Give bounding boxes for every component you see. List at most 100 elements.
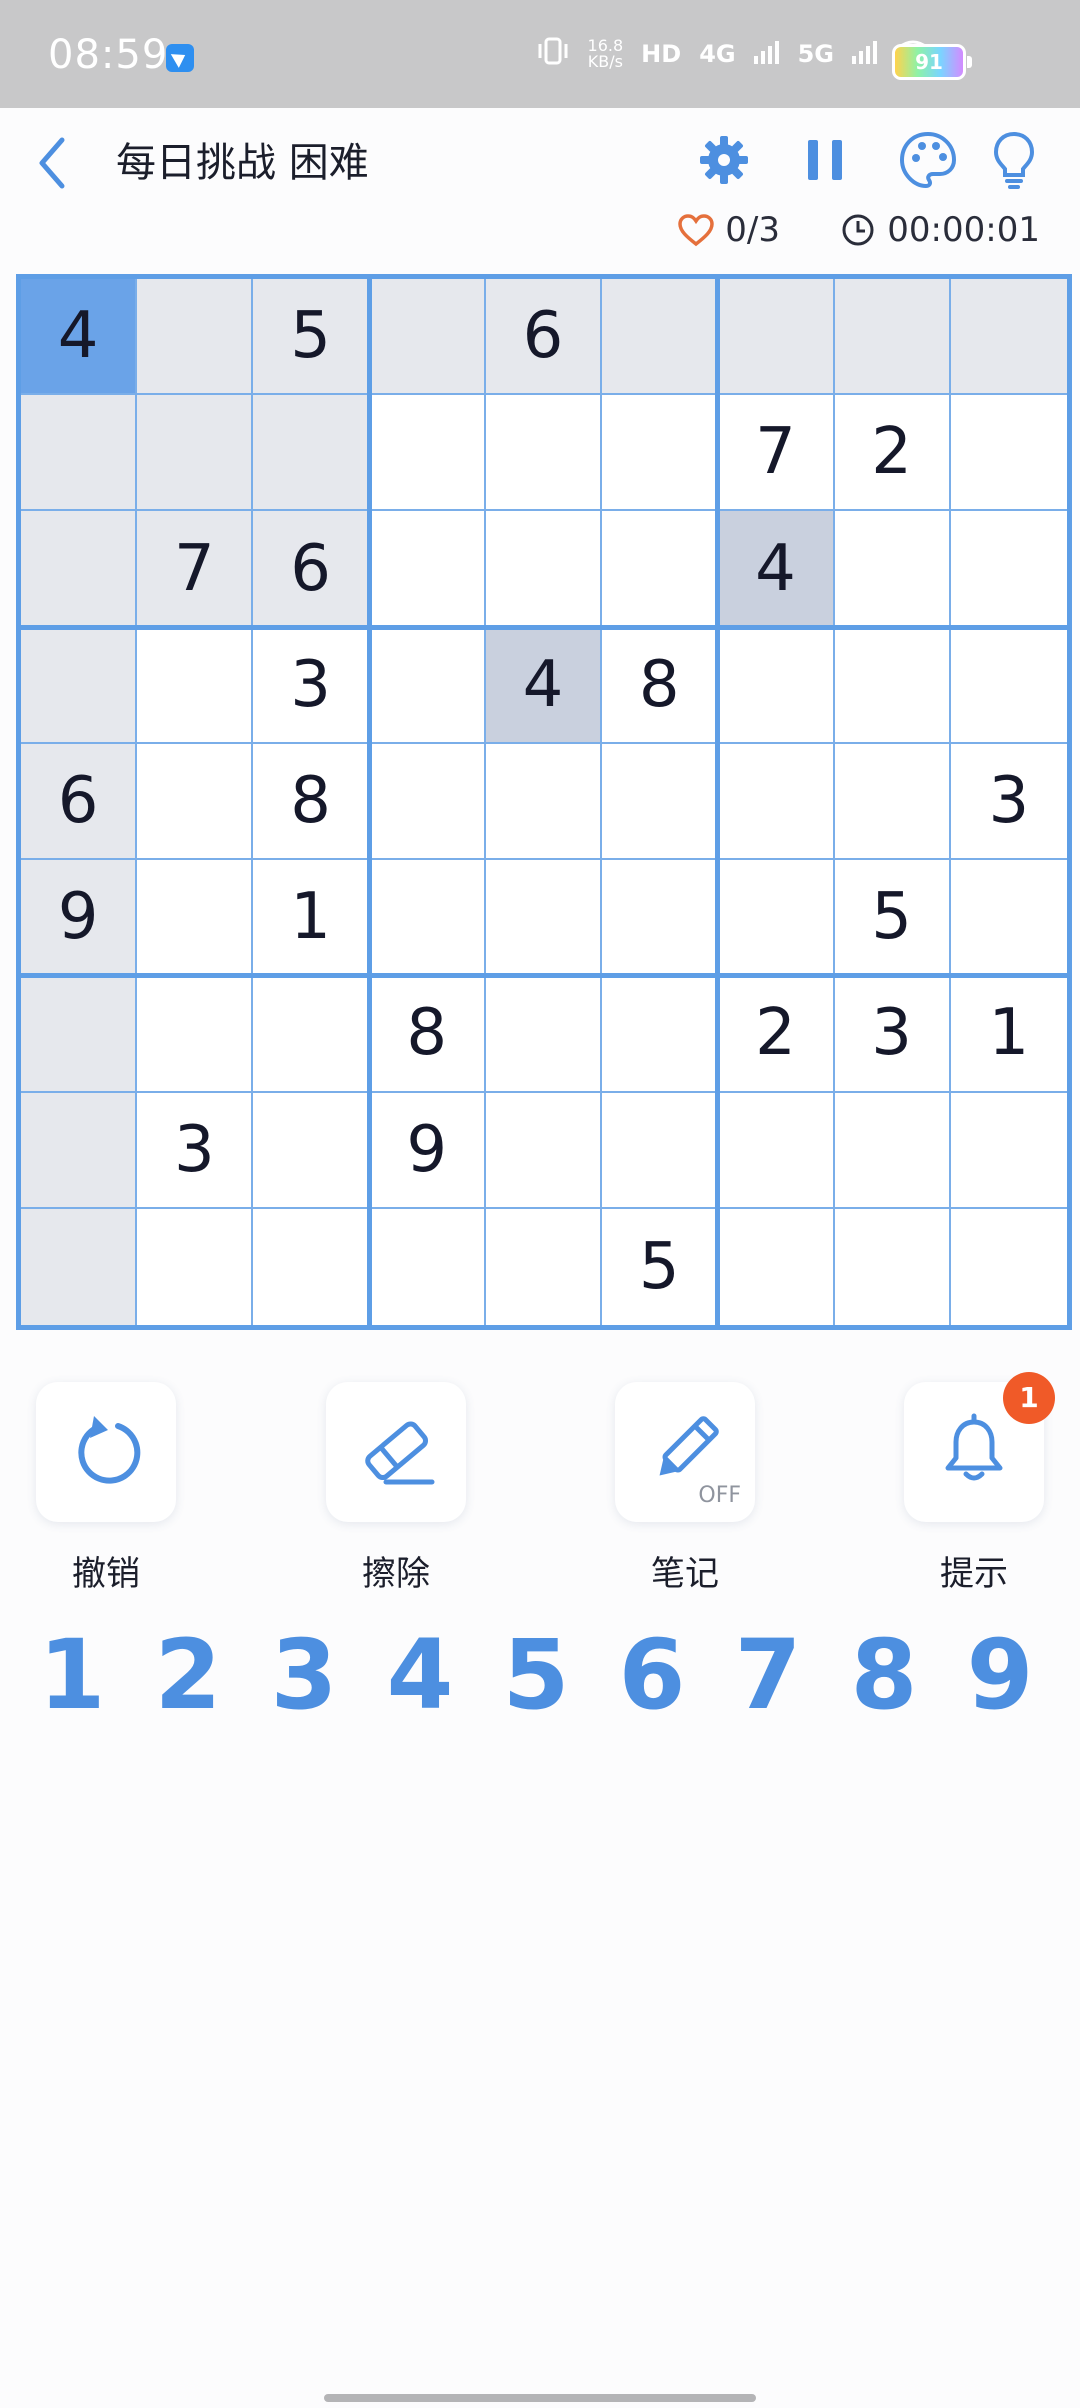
sudoku-cell[interactable] — [602, 511, 719, 628]
number-key-2[interactable]: 2 — [138, 1620, 238, 1730]
sudoku-cell[interactable] — [369, 627, 486, 744]
sudoku-cell[interactable]: 5 — [834, 860, 951, 977]
sudoku-cell[interactable] — [602, 1092, 719, 1209]
sudoku-cell[interactable] — [485, 743, 603, 861]
sudoku-cell[interactable] — [485, 511, 603, 628]
sudoku-cell[interactable] — [21, 1208, 138, 1325]
sudoku-cell[interactable] — [21, 1092, 138, 1209]
sudoku-cell[interactable] — [602, 743, 719, 861]
sudoku-cell[interactable] — [834, 1092, 951, 1209]
sudoku-cell[interactable] — [950, 395, 1067, 512]
sudoku-cell[interactable] — [950, 1093, 1067, 1209]
sudoku-cell[interactable] — [950, 860, 1067, 977]
sudoku-cell[interactable] — [369, 743, 486, 861]
sudoku-cell[interactable]: 9 — [21, 860, 138, 977]
sudoku-cell[interactable] — [718, 1092, 835, 1209]
erase-button[interactable] — [326, 1382, 466, 1522]
sudoku-cell[interactable] — [137, 743, 254, 861]
notes-button[interactable]: OFF — [615, 1382, 755, 1522]
home-indicator[interactable] — [324, 2394, 756, 2402]
sudoku-cell[interactable]: 6 — [21, 743, 138, 861]
sudoku-cell[interactable] — [369, 279, 486, 396]
sudoku-cell[interactable]: 8 — [253, 743, 370, 861]
sudoku-cell[interactable] — [370, 1208, 486, 1325]
sudoku-cell[interactable] — [950, 628, 1067, 744]
number-key-7[interactable]: 7 — [718, 1620, 818, 1730]
header: 每日挑战 困难 — [0, 108, 1080, 218]
sudoku-cell[interactable] — [602, 279, 719, 396]
sudoku-cell[interactable] — [485, 395, 603, 512]
sudoku-cell[interactable] — [834, 627, 951, 744]
sudoku-cell[interactable] — [602, 395, 719, 512]
sudoku-cell[interactable]: 3 — [950, 744, 1067, 861]
sudoku-cell[interactable] — [21, 395, 138, 512]
sudoku-cell[interactable] — [137, 976, 254, 1093]
sudoku-cell[interactable] — [369, 511, 486, 628]
sudoku-cell[interactable]: 1 — [253, 860, 370, 977]
sudoku-cell[interactable] — [253, 1208, 370, 1325]
sudoku-cell[interactable]: 6 — [253, 511, 370, 628]
sudoku-cell[interactable]: 3 — [253, 627, 370, 744]
sudoku-cell[interactable]: 7 — [718, 395, 835, 512]
sudoku-cell[interactable]: 5 — [602, 1208, 719, 1325]
sudoku-cell[interactable] — [253, 976, 370, 1093]
sudoku-cell[interactable] — [137, 1208, 254, 1325]
sudoku-cell[interactable] — [718, 860, 835, 977]
sudoku-cell[interactable] — [369, 860, 486, 977]
hint-bulb-button[interactable] — [982, 128, 1046, 192]
settings-button[interactable] — [692, 128, 756, 192]
number-key-6[interactable]: 6 — [602, 1620, 702, 1730]
sudoku-cell[interactable]: 4 — [485, 627, 603, 744]
pause-button[interactable] — [794, 128, 858, 192]
sudoku-cell[interactable] — [369, 395, 486, 512]
sudoku-cell[interactable] — [137, 860, 254, 977]
sudoku-cell[interactable]: 5 — [253, 279, 370, 396]
sudoku-cell[interactable] — [834, 743, 951, 861]
theme-button[interactable] — [896, 128, 960, 192]
sudoku-cell[interactable]: 2 — [834, 395, 951, 512]
sudoku-cell[interactable] — [718, 279, 835, 396]
number-key-4[interactable]: 4 — [370, 1620, 470, 1730]
sudoku-cell[interactable]: 4 — [21, 279, 138, 396]
sudoku-cell[interactable] — [21, 511, 138, 628]
sudoku-cell[interactable] — [602, 860, 719, 977]
number-key-1[interactable]: 1 — [22, 1620, 122, 1730]
sudoku-cell[interactable] — [137, 627, 254, 744]
number-key-3[interactable]: 3 — [254, 1620, 354, 1730]
sudoku-cell[interactable]: 6 — [485, 279, 603, 396]
sudoku-cell[interactable] — [137, 395, 254, 512]
number-key-9[interactable]: 9 — [950, 1620, 1050, 1730]
sudoku-cell[interactable] — [718, 743, 835, 861]
sudoku-cell[interactable]: 7 — [137, 511, 254, 628]
sudoku-cell[interactable]: 1 — [950, 976, 1067, 1093]
sudoku-cell[interactable] — [21, 627, 138, 744]
sudoku-cell[interactable] — [253, 1092, 370, 1209]
sudoku-cell[interactable]: 4 — [718, 511, 835, 628]
sudoku-cell[interactable] — [602, 976, 719, 1093]
sudoku-cell[interactable] — [834, 511, 951, 628]
sudoku-cell[interactable]: 9 — [369, 1092, 486, 1209]
sudoku-cell[interactable] — [950, 279, 1067, 396]
sudoku-cell[interactable]: 3 — [834, 976, 951, 1093]
sudoku-cell[interactable]: 8 — [602, 627, 719, 744]
back-button[interactable] — [30, 128, 90, 198]
sudoku-cell[interactable] — [485, 860, 603, 977]
sudoku-cell[interactable] — [253, 395, 370, 512]
sudoku-cell[interactable]: 2 — [718, 976, 835, 1093]
sudoku-cell[interactable] — [485, 976, 603, 1093]
sudoku-cell[interactable] — [718, 1208, 835, 1325]
sudoku-cell[interactable]: 3 — [137, 1092, 254, 1209]
sudoku-cell[interactable] — [485, 1092, 603, 1209]
undo-button[interactable] — [36, 1382, 176, 1522]
sudoku-cell[interactable] — [835, 1208, 951, 1325]
sudoku-cell[interactable] — [21, 976, 138, 1093]
number-key-5[interactable]: 5 — [486, 1620, 586, 1730]
sudoku-cell[interactable]: 8 — [369, 976, 486, 1093]
sudoku-cell[interactable] — [834, 279, 951, 396]
sudoku-cell[interactable] — [486, 1208, 603, 1325]
sudoku-cell[interactable] — [950, 511, 1067, 628]
sudoku-cell[interactable] — [137, 279, 254, 396]
sudoku-cell[interactable] — [951, 1209, 1067, 1325]
sudoku-cell[interactable] — [718, 627, 835, 744]
number-key-8[interactable]: 8 — [834, 1620, 934, 1730]
